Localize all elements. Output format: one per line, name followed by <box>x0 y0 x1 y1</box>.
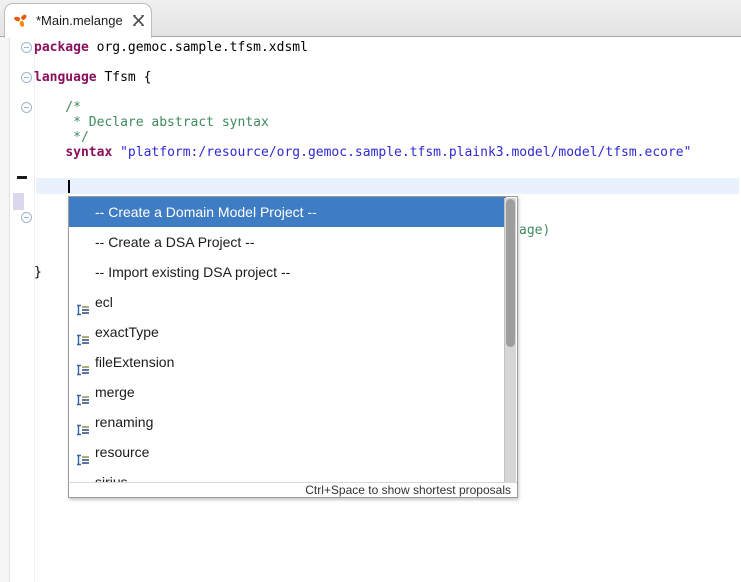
close-icon[interactable] <box>131 13 146 28</box>
keyword-proposal-icon <box>76 446 90 458</box>
keyword-proposal-icon <box>76 296 90 308</box>
proposal-item[interactable]: -- Import existing DSA project -- <box>69 257 517 287</box>
keyword-proposal-icon <box>76 386 90 398</box>
gutter-dash-marker <box>17 176 27 179</box>
proposal-label: -- Create a DSA Project -- <box>95 234 255 250</box>
proposal-status-hint: Ctrl+Space to show shortest proposals <box>69 482 517 497</box>
source-editor[interactable]: package org.gemoc.sample.tfsm.xdsml langu… <box>0 37 741 582</box>
proposal-item[interactable]: fileExtension <box>69 347 517 377</box>
code-segment: /* <box>34 100 81 115</box>
content-assist-popup: -- Create a Domain Model Project -- -- C… <box>68 196 518 498</box>
proposal-item[interactable]: -- Create a DSA Project -- <box>69 227 517 257</box>
range-indicator-annotation <box>13 193 24 210</box>
proposal-item[interactable]: exactType <box>69 317 517 347</box>
editor-tab-bar: *Main.melange <box>0 0 741 37</box>
proposal-item[interactable]: resource <box>69 437 517 467</box>
proposal-label: renaming <box>95 414 153 430</box>
melange-logo-icon <box>13 12 29 28</box>
collapse-minus-icon[interactable] <box>21 212 32 223</box>
folding-ruler <box>11 37 35 582</box>
proposal-label: resource <box>95 444 149 460</box>
code-line[interactable]: */ <box>34 130 691 145</box>
keyword-proposal-icon <box>76 416 90 428</box>
popup-scrollbar[interactable] <box>504 198 516 482</box>
code-segment: */ <box>34 130 89 145</box>
proposal-item[interactable]: sirius <box>69 467 517 483</box>
collapse-minus-icon[interactable] <box>21 42 32 53</box>
proposal-item[interactable]: merge <box>69 377 517 407</box>
code-segment: org.gemoc.sample.tfsm.xdsml <box>89 40 308 55</box>
code-segment: package <box>34 40 89 55</box>
proposal-item[interactable]: -- Create a Domain Model Project -- <box>69 197 506 227</box>
code-line[interactable]: package org.gemoc.sample.tfsm.xdsml <box>34 40 691 55</box>
proposal-item[interactable]: renaming <box>69 407 517 437</box>
code-line[interactable] <box>34 55 691 70</box>
code-segment <box>34 145 65 160</box>
code-segment: language <box>34 70 97 85</box>
occluded-code-fragment: age) <box>519 223 550 238</box>
code-line[interactable]: syntax "platform:/resource/org.gemoc.sam… <box>34 145 691 160</box>
proposal-label: -- Import existing DSA project -- <box>95 264 290 280</box>
annotation-ruler <box>0 37 10 582</box>
code-line[interactable] <box>34 175 691 190</box>
proposal-label: ecl <box>95 294 113 310</box>
tab-title: *Main.melange <box>36 13 123 28</box>
proposal-label: exactType <box>95 324 159 340</box>
eclipse-editor-window: *Main.melange <box>0 0 741 582</box>
proposal-label: fileExtension <box>95 354 174 370</box>
code-segment: syntax <box>65 145 112 160</box>
keyword-proposal-icon <box>76 356 90 368</box>
popup-scrollbar-thumb[interactable] <box>506 199 515 347</box>
proposal-list[interactable]: -- Create a Domain Model Project -- -- C… <box>69 197 517 483</box>
code-line[interactable]: * Declare abstract syntax <box>34 115 691 130</box>
code-segment: "platform:/resource/org.gemoc.sample.tfs… <box>120 145 691 160</box>
code-line[interactable] <box>34 160 691 175</box>
code-line[interactable]: /* <box>34 100 691 115</box>
code-line[interactable]: language Tfsm { <box>34 70 691 85</box>
collapse-minus-icon[interactable] <box>21 72 32 83</box>
code-segment <box>112 145 120 160</box>
code-segment: * Declare abstract syntax <box>34 115 269 130</box>
proposal-item[interactable]: ecl <box>69 287 517 317</box>
proposal-label: -- Create a Domain Model Project -- <box>95 204 317 220</box>
code-line[interactable] <box>34 85 691 100</box>
proposal-label: merge <box>95 384 135 400</box>
code-segment: Tfsm { <box>97 70 152 85</box>
collapse-minus-icon[interactable] <box>21 102 32 113</box>
code-segment: } <box>34 265 42 280</box>
keyword-proposal-icon <box>76 326 90 338</box>
tab-main-melange[interactable]: *Main.melange <box>4 3 152 38</box>
